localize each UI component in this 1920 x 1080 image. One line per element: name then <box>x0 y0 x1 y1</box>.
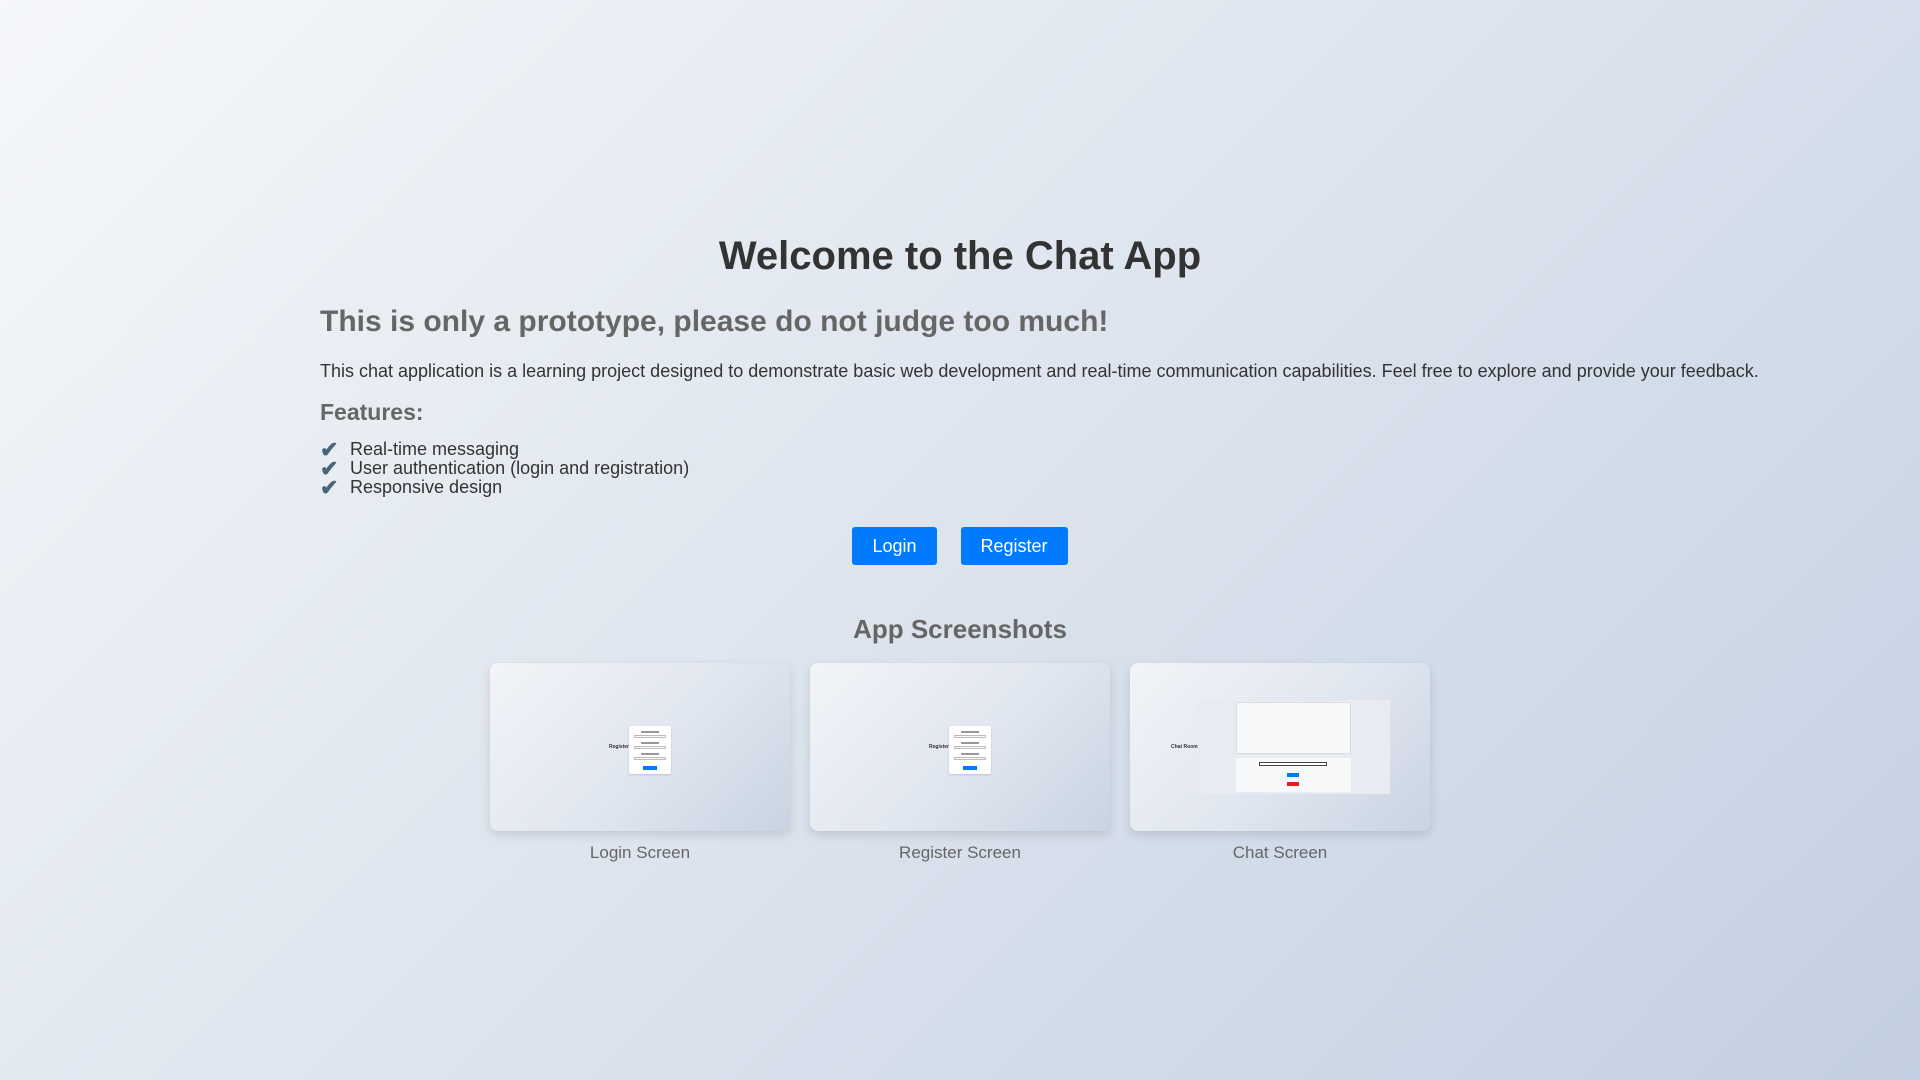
feature-label: Real-time messaging <box>350 439 520 459</box>
register-screenshot-image[interactable]: Register <box>810 663 1110 831</box>
mini-register-form <box>949 726 991 774</box>
screenshot-card-chat: Chat Room Chat Screen <box>1130 663 1430 863</box>
mini-chat-title: Chat Room <box>1171 744 1198 750</box>
mini-form-title: Register <box>609 744 630 750</box>
screenshots-heading: App Screenshots <box>853 614 1067 644</box>
screenshots-gallery: Register Login Screen Register Register … <box>320 663 1600 863</box>
screenshot-card-register: Register Register Screen <box>810 663 1110 863</box>
check-icon: ✔ <box>320 475 339 500</box>
mini-message-area <box>1236 702 1351 754</box>
welcome-container: Welcome to the Chat App This is only a p… <box>320 232 1759 863</box>
prototype-subtitle: This is only a prototype, please do not … <box>320 305 1109 338</box>
screenshot-caption: Chat Screen <box>1232 843 1328 862</box>
mini-input-area <box>1236 758 1351 792</box>
feature-label: User authentication (login and registrat… <box>350 458 690 478</box>
mini-chat-layout <box>1198 700 1390 794</box>
login-screenshot-image[interactable]: Register <box>490 663 790 831</box>
page-title: Welcome to the Chat App <box>718 234 1202 278</box>
feature-item: ✔ Real-time messaging <box>320 439 1600 461</box>
features-list: ✔ Real-time messaging ✔ User authenticat… <box>320 439 1600 500</box>
feature-item: ✔ User authentication (login and registr… <box>320 458 1600 480</box>
mini-logout-button <box>1287 782 1299 786</box>
feature-item: ✔ Responsive design <box>320 475 1600 500</box>
register-button[interactable]: Register <box>960 527 1068 565</box>
screenshot-card-login: Register Login Screen <box>490 663 790 863</box>
mini-send-button <box>1287 773 1299 777</box>
mini-message-input <box>1259 762 1327 766</box>
mini-form-title: Register <box>929 744 950 750</box>
chat-screenshot-image[interactable]: Chat Room <box>1130 663 1430 831</box>
auth-buttons: Login Register <box>320 527 1600 565</box>
login-button[interactable]: Login <box>852 527 937 565</box>
features-heading: Features: <box>320 399 424 425</box>
screenshot-caption: Register Screen <box>899 843 1021 862</box>
app-description: This chat application is a learning proj… <box>320 361 1759 381</box>
feature-label: Responsive design <box>350 477 503 497</box>
mini-login-form <box>629 726 671 774</box>
screenshot-caption: Login Screen <box>589 843 691 862</box>
